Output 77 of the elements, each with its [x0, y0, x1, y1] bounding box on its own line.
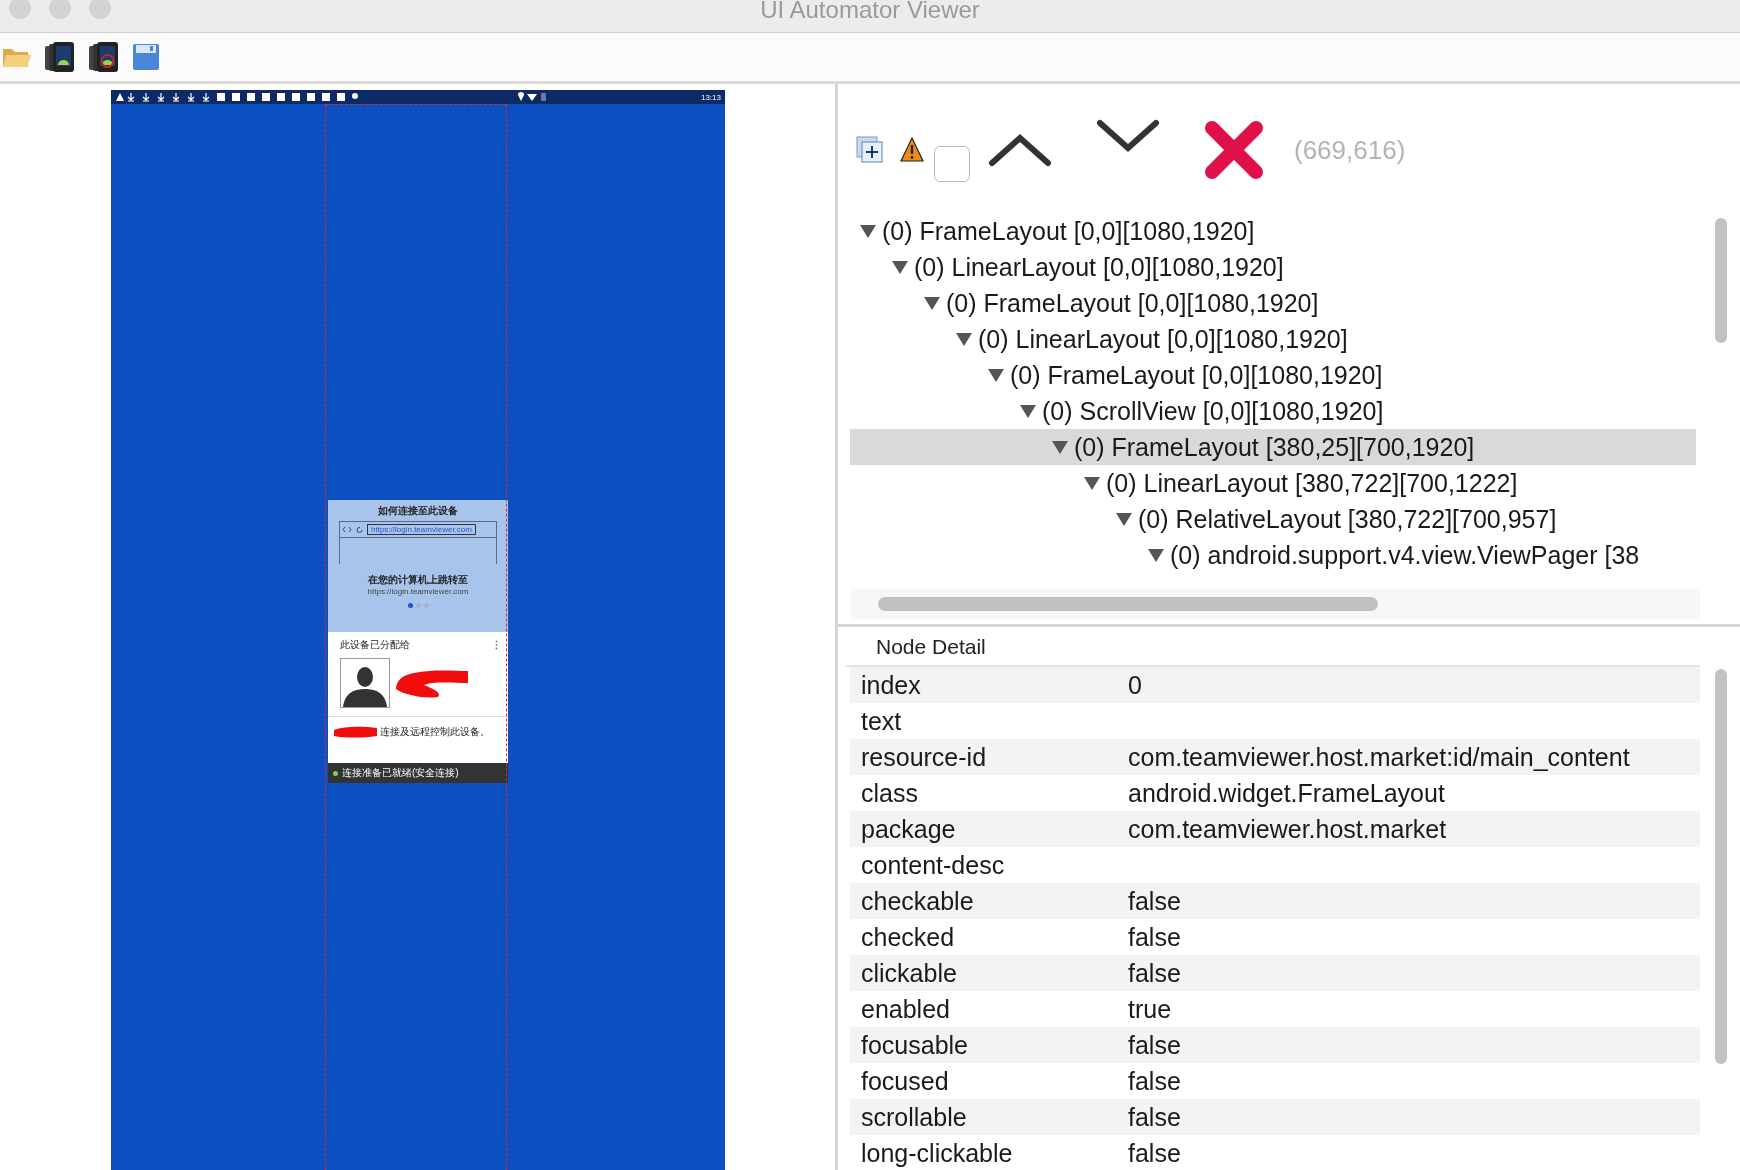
tree-node[interactable]: (0) LinearLayout [0,0][1080,1920]	[892, 252, 1284, 282]
connection-dot	[333, 770, 338, 776]
browser-controls-icon	[342, 526, 364, 533]
window-title: UI Automator Viewer	[760, 0, 980, 24]
section-title: 此设备已分配给	[340, 638, 410, 652]
property-value: false	[1128, 1030, 1181, 1060]
tree-node[interactable]: (0) ScrollView [0,0][1080,1920]	[1020, 396, 1384, 426]
save-icon[interactable]	[132, 43, 160, 71]
property-value: false	[1128, 1066, 1181, 1096]
checkbox[interactable]	[934, 146, 970, 182]
property-name: focusable	[860, 1030, 970, 1060]
tree-node[interactable]: (0) LinearLayout [0,0][1080,1920]	[956, 324, 1348, 354]
url-text: https://login.teamviewer.com	[367, 587, 469, 596]
property-name: checked	[860, 922, 956, 952]
expand-icon[interactable]	[924, 296, 940, 310]
property-name: checkable	[860, 886, 975, 916]
tree-node[interactable]: (0) LinearLayout [380,722][700,1222]	[1084, 468, 1518, 498]
avatar	[340, 658, 390, 708]
expand-all-icon[interactable]	[856, 136, 884, 164]
expand-icon[interactable]	[892, 260, 908, 274]
tree-node[interactable]: (0) android.support.v4.view.ViewPager [38	[1148, 540, 1640, 570]
assignment-note: 连接及远程控制此设备。	[380, 725, 490, 739]
instruction-text: 在您的计算机上跳转至	[368, 573, 468, 587]
device-screenshot-icon[interactable]	[88, 41, 120, 73]
horizontal-scrollbar[interactable]	[878, 597, 1378, 611]
close-icon[interactable]	[1204, 120, 1264, 180]
url-bar: https://login.teamviewer.com	[367, 524, 476, 535]
property-value: com.teamviewer.host.market:id/main_content	[1128, 742, 1630, 772]
vertical-scrollbar[interactable]	[1715, 669, 1727, 1064]
property-value: false	[1128, 1102, 1181, 1132]
panel-title: Node Detail	[876, 635, 986, 658]
property-name: focused	[860, 1066, 950, 1096]
property-value: false	[1128, 1138, 1181, 1168]
tree-node[interactable]: (0) FrameLayout [0,0][1080,1920]	[860, 216, 1255, 246]
expand-icon[interactable]	[1084, 476, 1100, 490]
coordinates-label: (669,616)	[1294, 134, 1406, 166]
chevron-down-icon[interactable]	[1096, 119, 1160, 153]
property-value: false	[1128, 958, 1181, 988]
expand-icon[interactable]	[1052, 440, 1068, 454]
property-name: index	[860, 670, 922, 700]
property-value: android.widget.FrameLayout	[1128, 778, 1445, 808]
property-name: class	[860, 778, 919, 808]
vertical-scrollbar[interactable]	[1715, 218, 1727, 343]
page-dot[interactable]	[415, 603, 421, 608]
expand-icon[interactable]	[956, 332, 972, 346]
connection-status: 连接准备已就绪(安全连接)	[342, 766, 459, 780]
property-name: scrollable	[860, 1102, 968, 1132]
property-name: text	[860, 706, 903, 736]
tree-node[interactable]: (0) RelativeLayout [380,722][700,957]	[1116, 504, 1557, 534]
property-name: long-clickable	[860, 1138, 1014, 1168]
property-name: resource-id	[860, 742, 988, 772]
screen-heading: 如何连接至此设备	[378, 504, 458, 518]
property-value: com.teamviewer.host.market	[1128, 814, 1447, 844]
expand-icon[interactable]	[860, 224, 876, 238]
property-value: true	[1128, 994, 1172, 1024]
chevron-up-icon[interactable]	[988, 133, 1052, 167]
expand-icon[interactable]	[1116, 512, 1132, 526]
property-name: enabled	[860, 994, 951, 1024]
redaction-mark	[334, 726, 378, 738]
property-value: false	[1128, 922, 1181, 952]
property-name: content-desc	[860, 850, 1006, 880]
expand-icon[interactable]	[988, 368, 1004, 382]
expand-icon[interactable]	[1148, 548, 1164, 562]
tree-node[interactable]: (0) FrameLayout [0,0][1080,1920]	[988, 360, 1383, 390]
property-name: package	[860, 814, 957, 844]
property-value: false	[1128, 886, 1181, 916]
device-screenshot-icon[interactable]	[44, 41, 76, 73]
status-icons-drawing	[518, 92, 548, 102]
expand-icon[interactable]	[1020, 404, 1036, 418]
status-time: 13:13	[700, 92, 721, 102]
property-name: clickable	[860, 958, 958, 988]
warning-icon[interactable]	[900, 137, 924, 163]
page-dot[interactable]	[423, 603, 429, 608]
property-value: 0	[1128, 670, 1142, 700]
tree-node[interactable]: (0) FrameLayout [0,0][1080,1920]	[924, 288, 1319, 318]
page-dot[interactable]	[407, 603, 413, 608]
more-icon[interactable]	[495, 640, 498, 650]
